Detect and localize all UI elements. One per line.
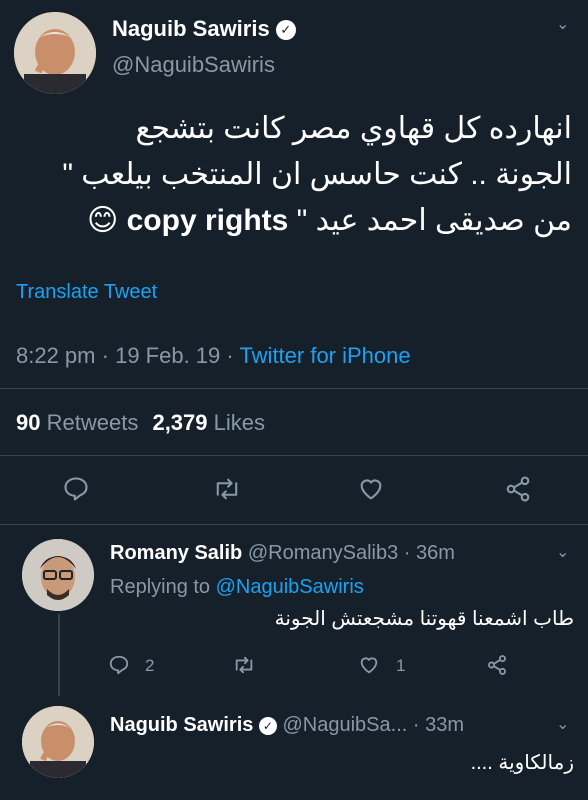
engagement-stats: 90 Retweets 2,379 Likes [16,410,265,436]
author-handle[interactable]: @NaguibSawiris [112,52,275,78]
heart-icon[interactable] [358,654,380,676]
reply-icon[interactable] [108,654,130,676]
avatar[interactable] [22,706,94,778]
tweet-text-line3: من صديقى احمد عيد " copy rights 😊 [16,198,572,244]
author-handle[interactable]: @NaguibSa... [283,714,408,736]
replying-handle-link[interactable]: @NaguibSawiris [216,576,364,598]
reply-count: 2 [145,656,155,675]
tweet-meta: 8:22 pm · 19 Feb. 19 · Twitter for iPhon… [16,343,411,369]
author-name[interactable]: Naguib Sawiris [112,16,270,41]
retweet-icon[interactable] [232,654,256,676]
divider [0,388,588,389]
reply-text: زمالكاوية .... [470,752,574,774]
author-handle[interactable]: @RomanySalib3 [248,542,398,564]
separator-dot: · [226,343,234,368]
tweet-text-line1: انهارده كل قهاوي مصر كانت بتشجع [135,112,572,145]
translate-tweet-link[interactable]: Translate Tweet [16,281,157,304]
divider [0,524,588,525]
share-icon[interactable] [504,475,532,503]
tweet-text-arabic: من صديقى احمد عيد " [296,204,572,237]
tweet-text-latin: copy rights [126,204,289,237]
tweet-date: 19 Feb. 19 [115,343,221,368]
separator-dot: · [412,714,420,736]
tweet-text-line2: الجونة .. كنت حاسس ان المنتخب بيلعب " [62,158,572,191]
reply-header: Romany Salib @RomanySalib3 · 36m [110,542,455,565]
chevron-down-icon[interactable]: ⌄ [556,14,569,34]
reply-time: 33m [425,714,465,736]
reply-icon[interactable] [62,475,90,503]
likes-stat[interactable]: 2,379 Likes [152,410,265,435]
retweets-stat[interactable]: 90 Retweets [16,410,144,435]
replying-prefix: Replying to [110,576,211,598]
retweets-count: 90 [16,410,41,435]
replying-to: Replying to @NaguibSawiris [110,576,364,599]
thread-line [58,614,60,696]
tweet-source-link[interactable]: Twitter for iPhone [239,343,410,368]
tweet-time: 8:22 pm [16,343,96,368]
smile-emoji-icon: 😊 [87,204,119,237]
author-name[interactable]: Naguib Sawiris [110,714,253,736]
chevron-down-icon[interactable]: ⌄ [556,542,569,562]
retweet-icon[interactable] [212,475,242,503]
chevron-down-icon[interactable]: ⌄ [556,714,569,734]
likes-label: Likes [213,410,265,435]
author-name[interactable]: Romany Salib [110,542,242,564]
likes-count: 2,379 [152,410,208,435]
reply-text: طاب اشمعنا قهوتنا مشجعتش الجونة [274,608,574,630]
share-icon[interactable] [486,654,508,676]
like-count: 1 [396,656,406,675]
avatar[interactable] [22,539,94,611]
reply-time: 36m [416,542,455,564]
heart-icon[interactable] [357,475,385,503]
retweets-label: Retweets [46,410,139,435]
verified-badge-icon: ✓ [258,716,277,735]
separator-dot: · [403,542,411,564]
separator-dot: · [101,343,109,368]
avatar[interactable] [14,12,96,94]
tweet-text: انهارده كل قهاوي مصر كانت بتشجع الجونة .… [16,106,572,244]
verified-badge-icon: ✓ [275,20,296,41]
divider [0,455,588,456]
reply-header: Naguib Sawiris ✓ @NaguibSa... · 33m [110,714,464,737]
